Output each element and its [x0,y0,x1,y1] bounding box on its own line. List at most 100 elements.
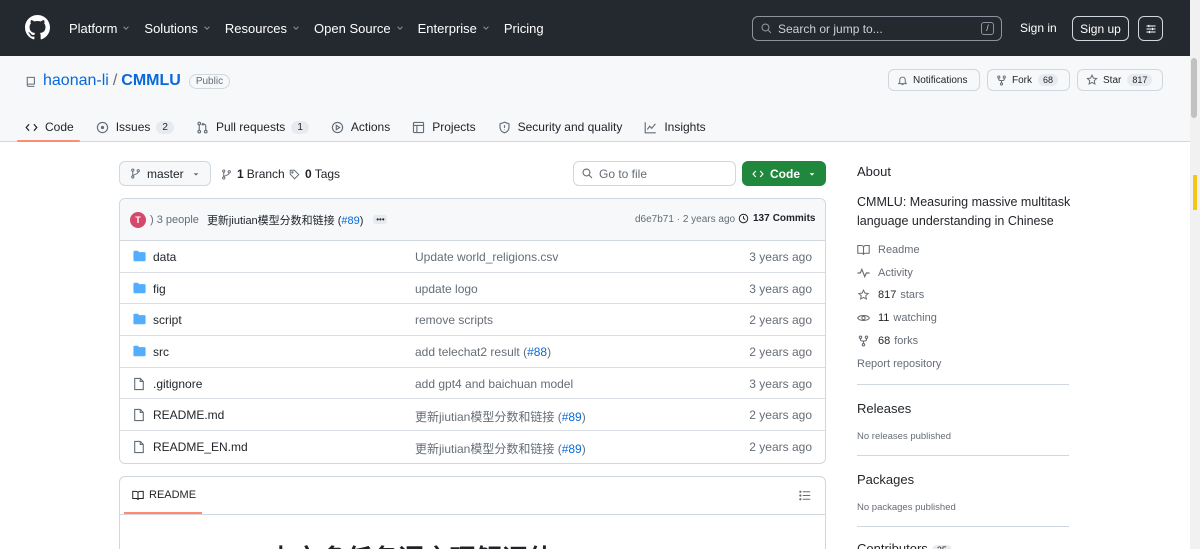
file-commit-pr-link[interactable]: #89 [562,410,582,424]
file-name[interactable]: src [153,345,169,359]
nav-enterprise[interactable]: Enterprise [418,21,490,36]
file-commit-message[interactable]: add telechat2 result (#88) [415,345,551,359]
branches-link[interactable]: 1 Branch [221,167,285,181]
repo-title: haonan-li / CMMLU Public [25,72,231,90]
file-row[interactable]: data Update world_religions.csv 3 years … [120,241,825,273]
commit-expand-button[interactable]: ••• [373,215,388,224]
file-name[interactable]: data [153,250,176,264]
file-commit-message[interactable]: 更新jiutian模型分数和链接 (#89) [415,408,586,425]
file-row[interactable]: .gitignore add gpt4 and baichuan model 3… [120,368,825,400]
tab-pull-requests[interactable]: Pull requests 1 [196,112,309,142]
notifications-button[interactable]: Notifications [888,69,980,91]
git-branch-icon [222,168,231,180]
report-repository-link[interactable]: Report repository [857,358,941,370]
file-commit-message[interactable]: 更新jiutian模型分数和链接 (#89) [415,440,586,457]
tab-insights[interactable]: Insights [644,112,706,142]
nav-solutions[interactable]: Solutions [144,21,210,36]
readme-tab[interactable]: README [132,489,196,501]
tag-icon [289,169,300,179]
file-commit-pr-link[interactable]: #88 [527,345,547,359]
issue-opened-icon [96,121,108,133]
watching-count: 11 [878,312,890,324]
file-commit-message[interactable]: Update world_religions.csv [415,250,558,264]
sign-up-button[interactable]: Sign up [1072,16,1129,41]
branch-name: master [147,166,184,181]
fork-button[interactable]: Fork 68 [987,69,1070,91]
readme-link[interactable]: Readme [857,244,920,256]
go-to-file-input[interactable] [599,166,729,181]
file-name[interactable]: script [153,313,182,327]
slash-shortcut-key: / [981,22,994,35]
scrollbar-thumb[interactable] [1191,58,1197,118]
file-row[interactable]: fig update logo 3 years ago [120,273,825,305]
commit-hash-time[interactable]: d6e7b71 · 2 years ago [635,214,735,225]
tab-issues[interactable]: Issues 2 [96,112,174,142]
tab-actions[interactable]: Actions [331,112,390,142]
readme-tab-label: README [149,489,197,501]
global-search[interactable]: / [752,16,1002,41]
file-commit-message[interactable]: remove scripts [415,313,493,327]
code-dropdown-button[interactable]: Code [742,161,826,186]
repo-path-separator: / [112,72,118,89]
releases-empty: No releases published [857,431,952,442]
menu-button[interactable] [1138,16,1163,41]
nav-platform[interactable]: Platform [69,21,130,36]
commits-history-link[interactable]: 137 Commits [738,213,815,224]
github-logo-icon[interactable] [25,15,50,40]
caret-down-icon [193,172,199,176]
tags-link[interactable]: 0 Tags [289,167,340,181]
nav-platform-label: Platform [69,20,118,36]
file-row[interactable]: script remove scripts 2 years ago [120,304,825,337]
sliders-icon [1146,24,1155,33]
branch-select-button[interactable]: master [119,161,211,186]
packages-title[interactable]: Packages [857,472,914,487]
file-commit-time: 2 years ago [749,440,812,455]
tab-code[interactable]: Code [17,112,80,142]
file-row[interactable]: src add telechat2 result (#88) 2 years a… [120,336,825,368]
fork-label: Fork [1012,74,1032,86]
go-to-file-box[interactable] [573,161,736,186]
watching-link[interactable]: 11 watching [857,312,937,324]
commit-message[interactable]: 更新jiutian模型分数和链接 (#89) [207,212,364,228]
forks-link[interactable]: 68 forks [857,335,918,347]
avatar[interactable]: T [130,211,146,228]
about-description: CMMLU: Measuring massive multitask langu… [857,195,1071,228]
folder-icon [133,314,146,325]
file-commit-message[interactable]: add gpt4 and baichuan model [415,377,573,391]
stars-link[interactable]: 817 stars [857,289,924,301]
star-button[interactable]: Star 817 [1077,69,1163,91]
tab-projects[interactable]: Projects [412,112,476,142]
table-icon [413,121,425,133]
file-commit-pr-link[interactable]: #89 [562,442,582,456]
repo-name-link[interactable]: CMMLU [121,72,181,90]
search-input[interactable] [778,21,978,36]
commit-pr-link[interactable]: #89 [341,215,359,227]
file-browser: T ) 3 people 更新jiutian模型分数和链接 (#89) ••• … [119,198,826,464]
file-row[interactable]: README_EN.md 更新jiutian模型分数和链接 (#89) 2 ye… [120,431,825,463]
file-name[interactable]: .gitignore [153,377,202,391]
file-name[interactable]: README.md [153,408,224,422]
commit-people-link[interactable]: ) 3 people [150,214,199,226]
file-name[interactable]: README_EN.md [153,440,248,454]
list-unordered-icon[interactable] [799,490,811,501]
file-row[interactable]: README.md 更新jiutian模型分数和链接 (#89) 2 years… [120,399,825,432]
releases-title[interactable]: Releases [857,401,911,416]
tab-pull-requests-count: 1 [291,120,309,134]
caret-down-icon [809,172,815,176]
nav-pricing[interactable]: Pricing [504,21,544,36]
nav-resources[interactable]: Resources [225,21,300,36]
nav-open-source[interactable]: Open Source [314,21,404,36]
file-commit-message[interactable]: update logo [415,282,478,296]
stars-label: stars [900,289,925,301]
sign-in-link[interactable]: Sign in [1020,21,1057,35]
nav-pricing-label: Pricing [503,20,544,36]
pulse-icon [857,267,870,279]
tab-insights-label: Insights [664,120,706,134]
readme-panel: README CMMLU - 中文多任务语言理解评估 [119,476,826,549]
tab-security[interactable]: Security and quality [498,112,622,142]
file-name[interactable]: fig [153,282,166,296]
readme-link-label: Readme [878,244,920,256]
repo-owner-link[interactable]: haonan-li [43,72,109,90]
activity-link[interactable]: Activity [857,267,913,279]
contributors-title[interactable]: Contributors25 [857,541,952,549]
